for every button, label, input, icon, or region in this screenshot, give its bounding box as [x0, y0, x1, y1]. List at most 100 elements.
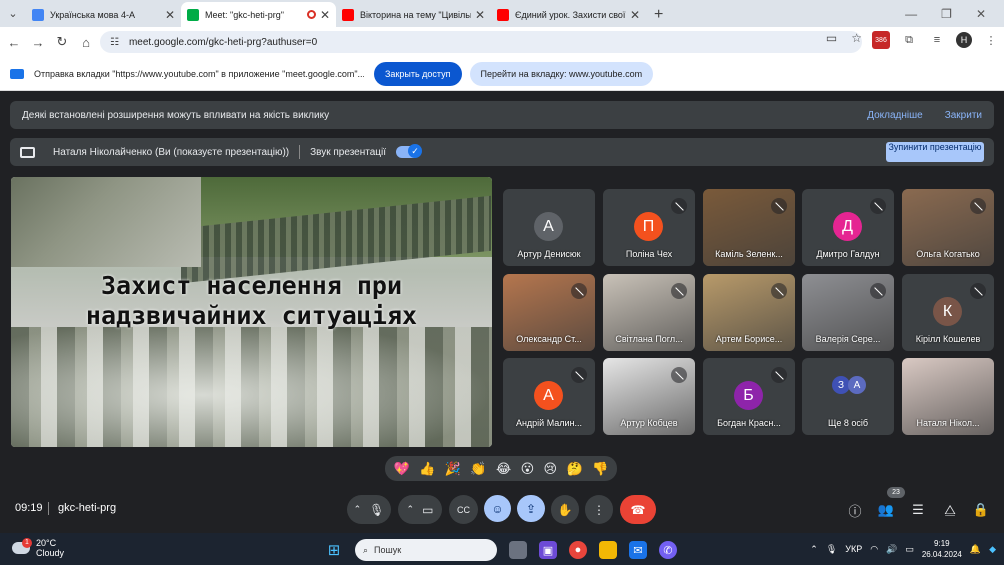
captions-button[interactable]: CC — [449, 495, 478, 524]
notification-bell-icon[interactable]: 🔔 — [970, 544, 981, 555]
extensions-puzzle-icon[interactable]: ⧉ — [900, 31, 918, 49]
battery-icon[interactable]: ▭ — [905, 544, 914, 555]
site-settings-icon[interactable]: ☷ — [110, 37, 119, 48]
present-now-button[interactable]: ⇪ — [517, 495, 545, 522]
slide-title-line-1: Захист населення при — [100, 271, 403, 300]
participant-tile[interactable]: Олександр Ст... — [503, 274, 595, 351]
url-bar[interactable]: ☷ meet.google.com/gkc-heti-prg?authuser=… — [100, 31, 862, 53]
bookmark-star-icon[interactable]: ☆ — [851, 31, 862, 45]
reaction-emoji[interactable]: 🎉 — [445, 461, 461, 477]
file-explorer-icon[interactable] — [599, 541, 617, 559]
tab-close-icon[interactable]: ✕ — [630, 8, 640, 22]
participant-tile[interactable]: Наталя Нікол... — [902, 358, 994, 435]
new-tab-plus-icon[interactable]: + — [654, 2, 663, 27]
participant-name: Каміль Зеленк... — [715, 249, 783, 259]
reaction-emoji[interactable]: 👏 — [470, 461, 486, 477]
reaction-emoji[interactable]: 👍 — [419, 461, 435, 477]
browser-tab[interactable]: Вікторина на тему "Цивільний ✕ — [336, 2, 491, 27]
switch-tab-button[interactable]: Перейти на вкладку: www.youtube.com — [469, 61, 654, 86]
camera-button[interactable]: ⌃ ▭ — [398, 495, 442, 524]
details-link[interactable]: Докладніше — [867, 110, 923, 121]
participant-tile[interactable]: Д Дмитро Галдун — [802, 189, 894, 266]
close-access-button[interactable]: Закрыть доступ — [374, 61, 462, 86]
close-banner-link[interactable]: Закрити — [945, 110, 982, 121]
chat-icon[interactable]: ☰ — [908, 500, 928, 520]
participant-name: Наталя Нікол... — [916, 418, 980, 428]
participant-name: Артур Кобцев — [620, 418, 678, 428]
reload-icon[interactable]: ↻ — [50, 34, 74, 50]
taskbar-clock[interactable]: 9:19 26.04.2024 — [922, 538, 962, 560]
taskbar-search[interactable]: ⌕ Пошук — [355, 539, 497, 561]
leave-call-button[interactable]: ☎ — [620, 495, 656, 524]
reaction-emoji[interactable]: 😮 — [521, 461, 535, 477]
volume-icon[interactable]: 🔊 — [886, 544, 897, 555]
reactions-button[interactable]: ☺ — [484, 495, 511, 522]
reaction-emoji[interactable]: 👎 — [592, 461, 608, 477]
raise-hand-button[interactable]: ✋ — [551, 495, 579, 524]
reaction-emoji[interactable]: 😢 — [544, 461, 558, 477]
task-view-icon[interactable] — [509, 541, 527, 559]
extension-badge-icon[interactable]: 386 — [872, 31, 890, 49]
chevron-up-icon[interactable]: ⌃ — [810, 544, 818, 555]
stop-presenting-button[interactable]: Зупинити презентацію — [886, 142, 984, 162]
participant-tile[interactable]: Валерія Сере... — [802, 274, 894, 351]
extensions-area: 386 ⧉ ≡ Н ⋮ — [872, 31, 1000, 49]
participant-tile[interactable]: К Кірілл Кошелев — [902, 274, 994, 351]
hand-icon: ✋ — [557, 502, 573, 517]
presentation-sound-label: Звук презентації — [310, 146, 387, 158]
extensions-warning-banner: Деякі встановлені розширення можуть впли… — [10, 101, 994, 129]
camera-in-use-icon[interactable]: ▭ — [826, 31, 837, 45]
viber-icon[interactable]: ✆ — [659, 541, 677, 559]
browser-tab[interactable]: Meet: "gkc-heti-prg" ✕ — [181, 2, 336, 27]
participant-tile[interactable]: Ольга Когатько — [902, 189, 994, 266]
chevron-up-icon[interactable]: ⌃ — [407, 504, 415, 515]
participant-tile[interactable]: А Андрій Малин... — [503, 358, 595, 435]
tab-favicon-icon — [497, 8, 509, 21]
minimize-icon[interactable]: — — [905, 7, 917, 21]
participant-tile[interactable]: Каміль Зеленк... — [703, 189, 795, 266]
people-icon[interactable]: 👥 — [876, 500, 896, 520]
microphone-button[interactable]: ⌃ 🎙 — [347, 495, 391, 524]
tab-close-icon[interactable]: ✕ — [165, 8, 175, 22]
more-options-button[interactable]: ⋮ — [585, 495, 613, 524]
participant-tile[interactable]: З А Ще 8 осіб — [802, 358, 894, 435]
tab-close-icon[interactable]: ✕ — [475, 8, 485, 22]
participant-tile[interactable]: Артем Борисе... — [703, 274, 795, 351]
media-control-icon[interactable]: ≡ — [928, 31, 946, 49]
participant-tile[interactable]: А Артур Денисюк — [503, 189, 595, 266]
copilot-icon[interactable]: ◆ — [989, 544, 996, 555]
reaction-emoji[interactable]: 🤔 — [567, 461, 583, 477]
browser-tab[interactable]: Українська мова 4-А ✕ — [26, 2, 181, 27]
chevron-up-icon[interactable]: ⌃ — [354, 504, 362, 515]
back-arrow-icon[interactable]: ← — [2, 35, 26, 50]
browser-tab[interactable]: Єдиний урок. Захисти свої ✕ — [491, 2, 646, 27]
participant-tile[interactable]: П Поліна Чех — [603, 189, 695, 266]
participant-tile[interactable]: Артур Кобцев — [603, 358, 695, 435]
windows-start-icon[interactable]: ⊞ — [325, 541, 343, 559]
activities-icon[interactable]: ⧋ — [940, 500, 960, 520]
wifi-icon[interactable]: ◠ — [870, 544, 878, 555]
home-icon[interactable]: ⌂ — [74, 35, 98, 50]
chrome-icon[interactable]: ● — [569, 541, 587, 559]
reaction-emoji[interactable]: 💖 — [394, 461, 410, 477]
microphone-icon[interactable]: 🎙 — [826, 544, 837, 555]
meeting-info-icon[interactable]: ⓘ — [845, 500, 865, 520]
browser-menu-icon[interactable]: ⋮ — [982, 31, 1000, 49]
participant-tile[interactable]: Світлана Погл... — [603, 274, 695, 351]
keyboard-language[interactable]: УКР — [845, 544, 862, 554]
tab-close-icon[interactable]: ✕ — [320, 8, 330, 22]
weather-widget[interactable]: 1 20°C Cloudy — [12, 538, 64, 558]
muted-mic-icon — [970, 283, 986, 299]
tab-search-chevron-icon[interactable]: ⌄ — [0, 0, 26, 27]
restore-icon[interactable]: ❐ — [941, 7, 952, 21]
presentation-sound-toggle[interactable] — [396, 144, 423, 158]
meet-app-icon[interactable]: ▣ — [539, 541, 557, 559]
forward-arrow-icon[interactable]: → — [26, 35, 50, 50]
window-close-icon[interactable]: ✕ — [976, 7, 986, 21]
profile-avatar[interactable]: Н — [956, 32, 972, 48]
host-controls-lock-icon[interactable]: 🔒 — [971, 500, 991, 520]
reaction-emoji[interactable]: 😂 — [496, 461, 511, 477]
participant-tile[interactable]: Б Богдан Красн... — [703, 358, 795, 435]
tab-sharing-infobar: Отправка вкладки "https://www.youtube.co… — [0, 57, 1004, 91]
mail-icon[interactable]: ✉ — [629, 541, 647, 559]
